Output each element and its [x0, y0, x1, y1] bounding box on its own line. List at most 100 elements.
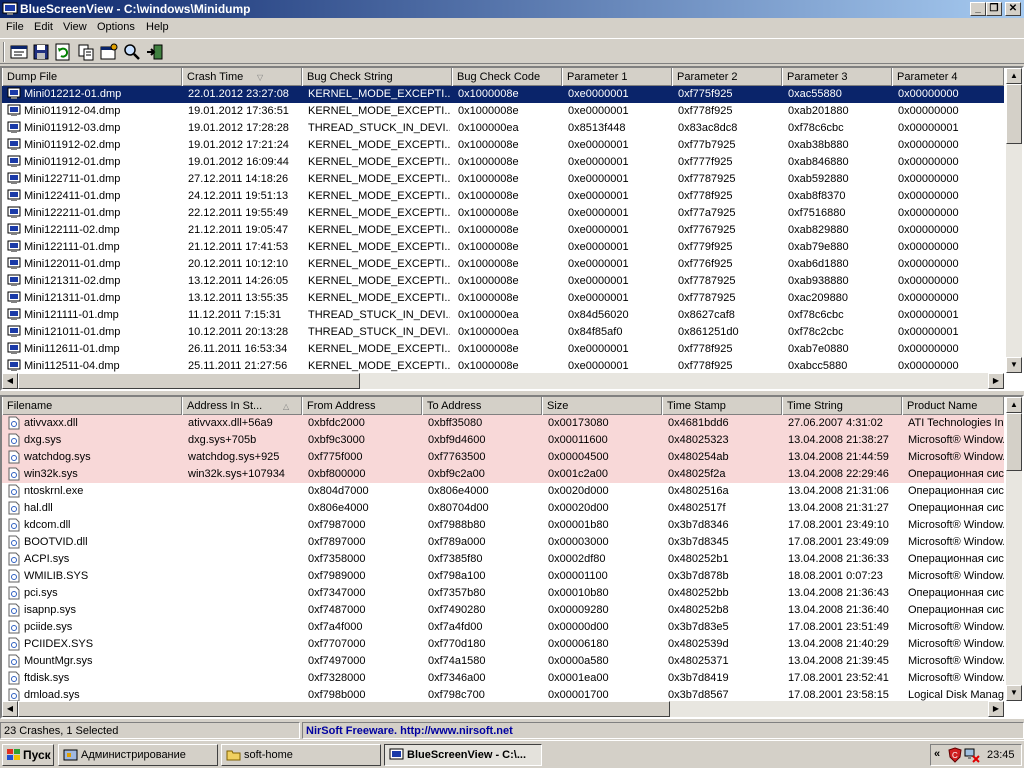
scroll-down-button[interactable]: ▼ — [1006, 685, 1022, 701]
crash-row[interactable]: Mini011912-04.dmp 19.01.2012 17:36:51 KERN… — [2, 103, 1004, 120]
table-cell: 0x480252bb — [668, 587, 729, 599]
vertical-scroll-thumb[interactable] — [1006, 413, 1022, 471]
crash-row[interactable]: Mini121011-01.dmp 10.12.2011 20:13:28 THRE… — [2, 324, 1004, 341]
exit-icon[interactable] — [145, 42, 165, 62]
driver-row[interactable]: pciide.sys 0xf7a4f000 0xf7a4fd00 0x00000d00… — [2, 619, 1004, 636]
driver-row[interactable]: PCIIDEX.SYS 0xf7707000 0xf770d180 0x0000618… — [2, 636, 1004, 653]
horizontal-scroll-thumb[interactable] — [18, 373, 360, 389]
crash-row[interactable]: Mini012212-01.dmp 22.01.2012 23:27:08 KERN… — [2, 86, 1004, 103]
driver-row[interactable]: kdcom.dll 0xf7987000 0xf7988b80 0x00001b80 0… — [2, 517, 1004, 534]
column-parameter-2[interactable]: Parameter 2 — [672, 68, 782, 86]
driver-list-pane[interactable]: Filename Address In St... △ From Address … — [0, 395, 1024, 719]
crash-row[interactable]: Mini122711-01.dmp 27.12.2011 14:18:26 KERN… — [2, 171, 1004, 188]
column-bug-check-string[interactable]: Bug Check String — [302, 68, 452, 86]
menu-view[interactable]: View — [63, 21, 87, 33]
crash-row[interactable]: Mini121311-01.dmp 13.12.2011 13:55:35 KERN… — [2, 290, 1004, 307]
driver-row[interactable]: pci.sys 0xf7347000 0xf7357b80 0x00010b80 0x4… — [2, 585, 1004, 602]
crash-row[interactable]: Mini011912-03.dmp 19.01.2012 17:28:28 THRE… — [2, 120, 1004, 137]
column-parameter-3[interactable]: Parameter 3 — [782, 68, 892, 86]
tray-expand-chevron[interactable]: « — [934, 748, 940, 760]
table-cell: 0x100000ea — [458, 326, 519, 338]
driver-row[interactable]: BOOTVID.dll 0xf7897000 0xf789a000 0x0000300… — [2, 534, 1004, 551]
copy-icon[interactable] — [76, 42, 96, 62]
column-parameter-4[interactable]: Parameter 4 — [892, 68, 1004, 86]
crash-row[interactable]: Mini122011-01.dmp 20.12.2011 10:12:10 KERN… — [2, 256, 1004, 273]
properties-icon[interactable] — [9, 42, 29, 62]
column-product-name[interactable]: Product Name — [902, 397, 1004, 415]
refresh-icon[interactable] — [53, 42, 73, 62]
driver-row[interactable]: hal.dll 0x806e4000 0x80704d00 0x00020d00 0x4… — [2, 500, 1004, 517]
scroll-right-button[interactable]: ▶ — [988, 373, 1004, 389]
close-button[interactable]: ✕ — [1005, 2, 1021, 16]
driver-row[interactable]: win32k.sys win32k.sys+107934 0xbf800000 0xb… — [2, 466, 1004, 483]
antivirus-shield-icon[interactable]: C — [947, 747, 963, 763]
scroll-left-button[interactable]: ◀ — [2, 701, 18, 717]
crash-row[interactable]: Mini122211-01.dmp 22.12.2011 19:55:49 KERN… — [2, 205, 1004, 222]
title-bar[interactable]: BlueScreenView - C:\windows\Minidump _ ❐… — [0, 0, 1024, 18]
table-cell: 13.12.2011 14:26:05 — [188, 275, 289, 287]
crash-row[interactable]: Mini112611-01.dmp 26.11.2011 16:53:34 KERN… — [2, 341, 1004, 358]
task-soft-home[interactable]: soft-home — [221, 744, 381, 766]
column-to-address[interactable]: To Address — [422, 397, 542, 415]
horizontal-scroll-thumb[interactable] — [18, 701, 670, 717]
driver-list-horizontal-scrollbar[interactable]: ◀ ▶ — [2, 701, 1004, 717]
crash-row[interactable]: Mini011912-02.dmp 19.01.2012 17:21:24 KERN… — [2, 137, 1004, 154]
crash-list-pane[interactable]: Dump File Crash Time ▽ Bug Check String B… — [0, 66, 1024, 391]
driver-row[interactable]: WMILIB.SYS 0xf7989000 0xf798a100 0x00001100… — [2, 568, 1004, 585]
task-bluescreenview[interactable]: BlueScreenView - C:\... — [384, 744, 542, 766]
table-cell: Mini012212-01.dmp — [24, 88, 122, 100]
crash-row[interactable]: Mini011912-01.dmp 19.01.2012 16:09:44 KERN… — [2, 154, 1004, 171]
save-icon[interactable] — [31, 42, 51, 62]
column-size[interactable]: Size — [542, 397, 662, 415]
scroll-right-button[interactable]: ▶ — [988, 701, 1004, 717]
driver-row[interactable]: ftdisk.sys 0xf7328000 0xf7346a00 0x0001ea00… — [2, 670, 1004, 687]
driver-row[interactable]: isapnp.sys 0xf7487000 0xf7490280 0x00009280… — [2, 602, 1004, 619]
scroll-left-button[interactable]: ◀ — [2, 373, 18, 389]
menu-help[interactable]: Help — [146, 21, 169, 33]
scroll-up-button[interactable]: ▲ — [1006, 397, 1022, 413]
sort-descending-icon: ▽ — [257, 73, 264, 82]
column-crash-time[interactable]: Crash Time ▽ — [182, 68, 302, 86]
driver-list-vertical-scrollbar[interactable]: ▲ ▼ — [1006, 397, 1022, 701]
column-address-in-stack[interactable]: Address In St... △ — [182, 397, 302, 415]
minimize-button[interactable]: _ — [970, 2, 986, 16]
table-cell: 0xe0000001 — [568, 207, 629, 219]
driver-row[interactable]: watchdog.sys watchdog.sys+925 0xf775f000 0x… — [2, 449, 1004, 466]
table-cell: 25.11.2011 21:27:56 — [188, 360, 288, 372]
column-bug-check-code[interactable]: Bug Check Code — [452, 68, 562, 86]
status-nirsoft-link[interactable]: NirSoft Freeware. http://www.nirsoft.net — [302, 722, 1024, 739]
column-time-string[interactable]: Time String — [782, 397, 902, 415]
table-cell: 0xf777f925 — [678, 156, 733, 168]
scroll-down-button[interactable]: ▼ — [1006, 357, 1022, 373]
column-time-stamp[interactable]: Time Stamp — [662, 397, 782, 415]
crash-row[interactable]: Mini122111-02.dmp 21.12.2011 19:05:47 KERN… — [2, 222, 1004, 239]
start-button[interactable]: Пуск — [2, 744, 54, 766]
menu-file[interactable]: File — [6, 21, 24, 33]
crash-row[interactable]: Mini122111-01.dmp 21.12.2011 17:41:53 KERN… — [2, 239, 1004, 256]
table-cell: 0xf779f925 — [678, 241, 733, 253]
restore-button[interactable]: ❐ — [986, 2, 1002, 16]
driver-row[interactable]: dxg.sys dxg.sys+705b 0xbf9c3000 0xbf9d4600 0… — [2, 432, 1004, 449]
driver-row[interactable]: ACPI.sys 0xf7358000 0xf7385f80 0x0002df80 0x… — [2, 551, 1004, 568]
crash-row[interactable]: Mini121111-01.dmp 11.12.2011 7:15:31 THREA… — [2, 307, 1004, 324]
crash-row[interactable]: Mini122411-01.dmp 24.12.2011 19:51:13 KERN… — [2, 188, 1004, 205]
menu-options[interactable]: Options — [97, 21, 135, 33]
vertical-scroll-thumb[interactable] — [1006, 84, 1022, 144]
scroll-up-button[interactable]: ▲ — [1006, 68, 1022, 84]
column-parameter-1[interactable]: Parameter 1 — [562, 68, 672, 86]
driver-file-icon — [8, 501, 20, 515]
column-dump-file[interactable]: Dump File — [2, 68, 182, 86]
html-report-icon[interactable] — [99, 42, 119, 62]
driver-row[interactable]: ativvaxx.dll ativvaxx.dll+56a9 0xbfdc2000 0… — [2, 415, 1004, 432]
column-filename[interactable]: Filename — [2, 397, 182, 415]
network-disconnected-icon[interactable] — [964, 747, 980, 763]
driver-row[interactable]: ntoskrnl.exe 0x804d7000 0x806e4000 0x0020d0… — [2, 483, 1004, 500]
column-from-address[interactable]: From Address — [302, 397, 422, 415]
driver-row[interactable]: MountMgr.sys 0xf7497000 0xf74a1580 0x0000a5… — [2, 653, 1004, 670]
find-icon[interactable] — [122, 42, 142, 62]
crash-list-vertical-scrollbar[interactable]: ▲ ▼ — [1006, 68, 1022, 373]
crash-row[interactable]: Mini121311-02.dmp 13.12.2011 14:26:05 KERN… — [2, 273, 1004, 290]
task-administration[interactable]: Администрирование — [58, 744, 218, 766]
crash-list-horizontal-scrollbar[interactable]: ◀ ▶ — [2, 373, 1004, 389]
menu-edit[interactable]: Edit — [34, 21, 53, 33]
